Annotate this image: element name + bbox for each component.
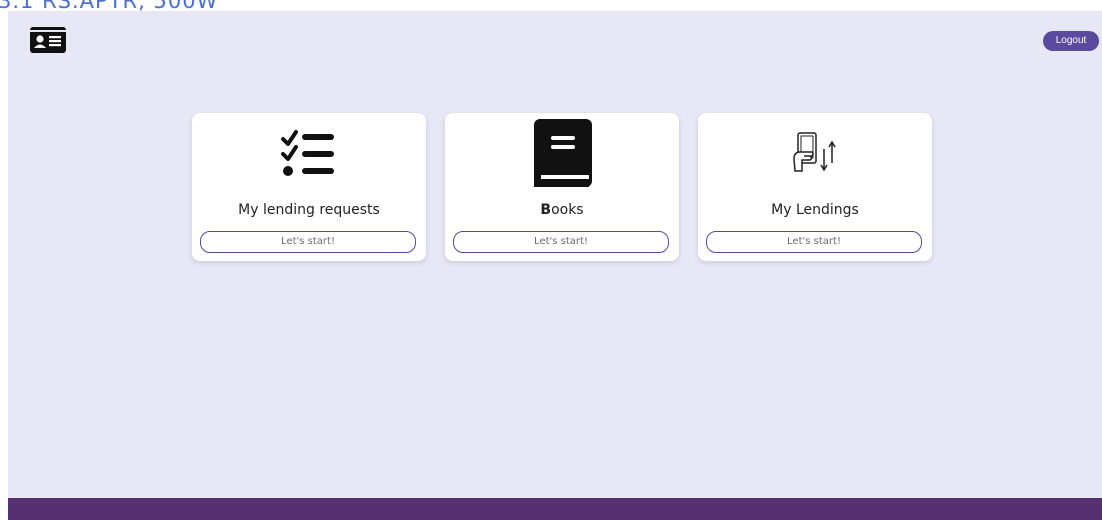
id-card-icon[interactable] [30,27,66,53]
card-title-bold: B [540,202,552,218]
lets-start-button[interactable]: Let's start! [200,231,416,253]
card-title: My Lendings [771,202,859,218]
lets-start-button[interactable]: Let's start! [706,231,922,253]
checklist-icon [192,119,426,189]
footer-bar [8,498,1102,520]
book-exchange-icon [698,119,932,189]
card-lending-requests: My lending requests Let's start! [192,113,426,261]
card-books: Books Let's start! [445,113,679,261]
lets-start-button[interactable]: Let's start! [453,231,669,253]
book-icon [445,119,679,189]
clipped-text: 3.1 RS.APTR, 500W [0,0,218,11]
app-container: Logout My lending requests Let's start! [8,11,1102,520]
clipped-text-strip: 3.1 RS.APTR, 500W [0,0,1102,11]
logout-button[interactable]: Logout [1043,31,1099,51]
card-title: My lending requests [238,202,380,218]
card-title: Books [445,202,679,218]
card-my-lendings: My Lendings Let's start! [698,113,932,261]
card-title-rest: ooks [551,202,584,218]
